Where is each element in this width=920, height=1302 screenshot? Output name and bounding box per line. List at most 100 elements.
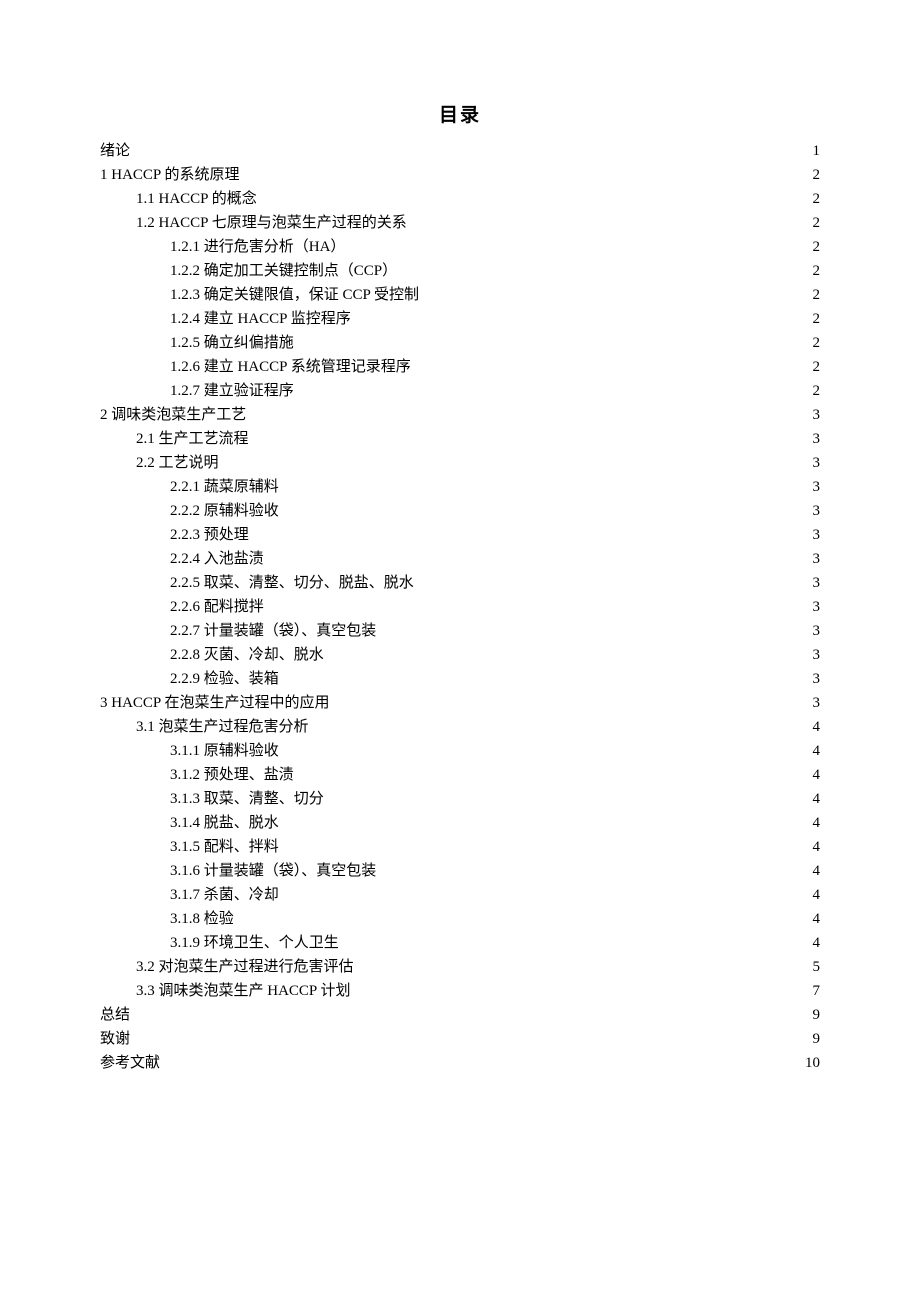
toc-entry: 1.2.2 确定加工关键控制点（CCP） 2 [100,259,820,283]
toc-entry-label: 2.2.3 预处理 [100,523,249,547]
toc-entry-label: 1.2 HACCP 七原理与泡菜生产过程的关系 [100,211,407,235]
toc-entry: 2.2.2 原辅料验收3 [100,499,820,523]
toc-entry: 3.1.7 杀菌、冷却4 [100,883,820,907]
toc-entry-label: 3.1.8 检验 [100,907,234,931]
toc-entry-page: 3 [792,595,820,619]
toc-entry: 2.2.3 预处理 3 [100,523,820,547]
toc-entry: 3.1.5 配料、拌料 4 [100,835,820,859]
toc-entry: 2.2.9 检验、装箱3 [100,667,820,691]
toc-entry-label: 致谢 [100,1027,130,1051]
toc-entry-page: 1 [792,139,820,163]
toc-entry-label: 3.3 调味类泡菜生产 HACCP 计划 [100,979,350,1003]
toc-entry: 2.1 生产工艺流程3 [100,427,820,451]
toc-entry-page: 9 [792,1003,820,1027]
toc-entry-label: 绪论 [100,139,130,163]
toc-entry: 2 调味类泡菜生产工艺 3 [100,403,820,427]
toc-entry-page: 2 [792,259,820,283]
toc-entry: 3.1.2 预处理、盐渍4 [100,763,820,787]
toc-entry-label: 1.2.4 建立 HACCP 监控程序 [100,307,351,331]
toc-entry-page: 4 [792,763,820,787]
document-page: 目录 绪论11 HACCP 的系统原理21.1 HACCP 的概念21.2 HA… [0,0,920,1135]
toc-entry-page: 4 [792,811,820,835]
toc-entry: 2.2.7 计量装罐（袋）、真空包装3 [100,619,820,643]
toc-entry: 绪论 1 [100,139,820,163]
toc-entry-page: 2 [792,235,820,259]
toc-entry-page: 3 [792,427,820,451]
toc-entry: 总结 9 [100,1003,820,1027]
toc-entry-label: 2.2.7 计量装罐（袋）、真空包装 [100,619,376,643]
toc-entry: 3.1 泡菜生产过程危害分析4 [100,715,820,739]
toc-entry-page: 4 [792,715,820,739]
toc-entry-label: 1.2.1 进行危害分析（HA） [100,235,345,259]
toc-entry-page: 4 [792,907,820,931]
toc-entry: 3.1.3 取菜、清整、切分 4 [100,787,820,811]
toc-entry-label: 2.2.8 灭菌、冷却、脱水 [100,643,324,667]
toc-entry: 2.2 工艺说明3 [100,451,820,475]
toc-entry-page: 3 [792,475,820,499]
toc-entry-label: 1.2.5 确立纠偏措施 [100,331,294,355]
toc-entry-page: 4 [792,931,820,955]
toc-entry-page: 4 [792,739,820,763]
toc-entry-page: 7 [792,979,820,1003]
toc-entry: 3 HACCP 在泡菜生产过程中的应用 3 [100,691,820,715]
toc-entry-page: 2 [792,331,820,355]
toc-entry-page: 4 [792,835,820,859]
toc-entry: 1.1 HACCP 的概念2 [100,187,820,211]
toc-entry: 3.1.6 计量装罐（袋）、真空包装4 [100,859,820,883]
toc-entry-page: 4 [792,787,820,811]
toc-entry: 3.1.4 脱盐、脱水 4 [100,811,820,835]
toc-entry-label: 3.1.4 脱盐、脱水 [100,811,279,835]
toc-entry: 1 HACCP 的系统原理2 [100,163,820,187]
toc-entry-page: 3 [792,667,820,691]
toc-entry: 2.2.5 取菜、清整、切分、脱盐、脱水 3 [100,571,820,595]
toc-entry: 3.2 对泡菜生产过程进行危害评估5 [100,955,820,979]
toc-entry: 2.2.8 灭菌、冷却、脱水 3 [100,643,820,667]
toc-entry-page: 10 [792,1051,820,1075]
toc-entry-page: 2 [792,379,820,403]
toc-entry-label: 参考文献 [100,1051,160,1075]
toc-entry-page: 3 [792,523,820,547]
toc-entry-label: 2.2.5 取菜、清整、切分、脱盐、脱水 [100,571,414,595]
toc-entry: 1.2.3 确定关键限值，保证 CCP 受控制 2 [100,283,820,307]
toc-entry-label: 3.1.1 原辅料验收 [100,739,279,763]
toc-entry-label: 2.2.4 入池盐渍 [100,547,264,571]
toc-entry-label: 1.2.7 建立验证程序 [100,379,294,403]
toc-entry-label: 总结 [100,1003,130,1027]
toc-entry-label: 2 调味类泡菜生产工艺 [100,403,246,427]
toc-entry-page: 2 [792,211,820,235]
toc-entry-page: 3 [792,403,820,427]
toc-entry-page: 2 [792,307,820,331]
toc-entry: 1.2 HACCP 七原理与泡菜生产过程的关系 2 [100,211,820,235]
toc-entry-label: 1 HACCP 的系统原理 [100,163,239,187]
toc-entry-label: 3 HACCP 在泡菜生产过程中的应用 [100,691,329,715]
toc-entry-label: 1.2.6 建立 HACCP 系统管理记录程序 [100,355,411,379]
toc-entry: 2.2.6 配料搅拌3 [100,595,820,619]
toc-entry-label: 3.1.3 取菜、清整、切分 [100,787,324,811]
toc-entry-page: 3 [792,691,820,715]
toc-entry: 3.3 调味类泡菜生产 HACCP 计划 7 [100,979,820,1003]
toc-entry-page: 5 [792,955,820,979]
toc-entry-page: 4 [792,883,820,907]
toc-entry-page: 2 [792,355,820,379]
toc-entry-page: 3 [792,643,820,667]
toc-entry: 2.2.4 入池盐渍3 [100,547,820,571]
toc-entry-label: 3.1.9 环境卫生、个人卫生 [100,931,339,955]
toc-list: 绪论11 HACCP 的系统原理21.1 HACCP 的概念21.2 HACCP… [100,139,820,1075]
toc-entry: 致谢9 [100,1027,820,1051]
toc-entry: 2.2.1 蔬菜原辅料 3 [100,475,820,499]
toc-entry: 3.1.9 环境卫生、个人卫生 4 [100,931,820,955]
toc-entry-page: 2 [792,283,820,307]
toc-entry: 1.2.6 建立 HACCP 系统管理记录程序 2 [100,355,820,379]
toc-entry: 1.2.7 建立验证程序 2 [100,379,820,403]
toc-entry-page: 3 [792,499,820,523]
toc-entry: 1.2.1 进行危害分析（HA） 2 [100,235,820,259]
toc-entry-label: 1.2.3 确定关键限值，保证 CCP 受控制 [100,283,419,307]
toc-entry-page: 3 [792,571,820,595]
toc-entry-label: 1.2.2 确定加工关键控制点（CCP） [100,259,397,283]
toc-entry-label: 3.1.5 配料、拌料 [100,835,279,859]
toc-entry-label: 3.1.6 计量装罐（袋）、真空包装 [100,859,376,883]
toc-entry-label: 2.2 工艺说明 [100,451,219,475]
toc-entry-label: 2.2.1 蔬菜原辅料 [100,475,279,499]
toc-entry: 1.2.4 建立 HACCP 监控程序 2 [100,307,820,331]
toc-entry: 1.2.5 确立纠偏措施 2 [100,331,820,355]
